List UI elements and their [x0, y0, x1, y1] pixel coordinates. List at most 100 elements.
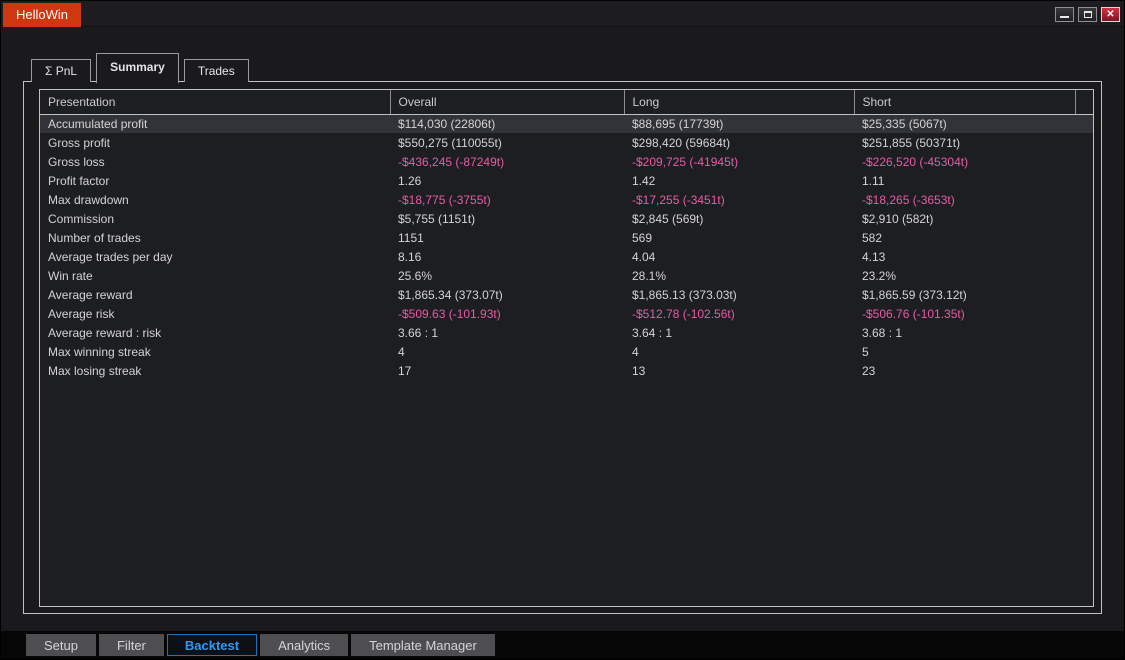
- row-value-long: -$512.78 (-102.56t): [624, 304, 854, 323]
- window-title: HelloWin: [3, 3, 81, 27]
- tab-analytics[interactable]: Analytics: [260, 634, 348, 656]
- row-value-long: 1.42: [624, 171, 854, 190]
- row-value-long: $1,865.13 (373.03t): [624, 285, 854, 304]
- row-filler: [1075, 361, 1093, 380]
- row-filler: [1075, 304, 1093, 323]
- row-value-short: 3.68 : 1: [854, 323, 1075, 342]
- minimize-icon: [1060, 16, 1069, 18]
- app-window: HelloWin ✕ Σ PnL Summary Trades: [0, 0, 1125, 660]
- table-row[interactable]: Commission$5,755 (1151t)$2,845 (569t)$2,…: [40, 209, 1093, 228]
- column-header-overall[interactable]: Overall: [390, 90, 624, 114]
- table-row[interactable]: Average risk-$509.63 (-101.93t)-$512.78 …: [40, 304, 1093, 323]
- table-row[interactable]: Average reward : risk3.66 : 13.64 : 13.6…: [40, 323, 1093, 342]
- row-value-overall: 17: [390, 361, 624, 380]
- row-value-short: 4.13: [854, 247, 1075, 266]
- row-label: Gross profit: [40, 133, 390, 152]
- row-value-overall: 4: [390, 342, 624, 361]
- column-header-long[interactable]: Long: [624, 90, 854, 114]
- row-filler: [1075, 342, 1093, 361]
- table-row[interactable]: Profit factor1.261.421.11: [40, 171, 1093, 190]
- row-filler: [1075, 323, 1093, 342]
- row-label: Win rate: [40, 266, 390, 285]
- row-label: Max drawdown: [40, 190, 390, 209]
- table-row[interactable]: Accumulated profit$114,030 (22806t)$88,6…: [40, 114, 1093, 133]
- row-value-short: 5: [854, 342, 1075, 361]
- row-value-short: 1.11: [854, 171, 1075, 190]
- row-value-long: $298,420 (59684t): [624, 133, 854, 152]
- row-value-long: 3.64 : 1: [624, 323, 854, 342]
- title-bar: HelloWin ✕: [1, 1, 1124, 27]
- minimize-button[interactable]: [1055, 7, 1074, 22]
- table-row[interactable]: Gross profit$550,275 (110055t)$298,420 (…: [40, 133, 1093, 152]
- row-value-overall: -$509.63 (-101.93t): [390, 304, 624, 323]
- table-row[interactable]: Max losing streak171323: [40, 361, 1093, 380]
- row-label: Average reward : risk: [40, 323, 390, 342]
- row-value-long: 569: [624, 228, 854, 247]
- row-value-long: 4.04: [624, 247, 854, 266]
- tab-pnl[interactable]: Σ PnL: [31, 59, 91, 82]
- row-value-overall: -$436,245 (-87249t): [390, 152, 624, 171]
- row-value-overall: 8.16: [390, 247, 624, 266]
- row-value-short: -$226,520 (-45304t): [854, 152, 1075, 171]
- row-value-short: $2,910 (582t): [854, 209, 1075, 228]
- row-value-overall: $550,275 (110055t): [390, 133, 624, 152]
- table-header-row: Presentation Overall Long Short: [40, 90, 1093, 114]
- table-row[interactable]: Max drawdown-$18,775 (-3755t)-$17,255 (-…: [40, 190, 1093, 209]
- summary-table: Presentation Overall Long Short Accumula…: [40, 90, 1093, 380]
- row-value-long: $88,695 (17739t): [624, 114, 854, 133]
- row-filler: [1075, 114, 1093, 133]
- row-filler: [1075, 285, 1093, 304]
- tab-template-manager[interactable]: Template Manager: [351, 634, 495, 656]
- column-header-presentation[interactable]: Presentation: [40, 90, 390, 114]
- row-value-long: 4: [624, 342, 854, 361]
- tab-backtest[interactable]: Backtest: [167, 634, 257, 656]
- row-value-long: -$17,255 (-3451t): [624, 190, 854, 209]
- close-icon: ✕: [1106, 10, 1114, 20]
- maximize-icon: [1084, 11, 1092, 18]
- table-row[interactable]: Average trades per day8.164.044.13: [40, 247, 1093, 266]
- row-label: Gross loss: [40, 152, 390, 171]
- row-label: Average risk: [40, 304, 390, 323]
- column-header-short[interactable]: Short: [854, 90, 1075, 114]
- row-value-short: 23.2%: [854, 266, 1075, 285]
- table-row[interactable]: Number of trades1151569582: [40, 228, 1093, 247]
- row-value-long: 28.1%: [624, 266, 854, 285]
- summary-panel: Presentation Overall Long Short Accumula…: [23, 81, 1102, 614]
- row-value-overall: 1.26: [390, 171, 624, 190]
- row-filler: [1075, 266, 1093, 285]
- row-value-overall: -$18,775 (-3755t): [390, 190, 624, 209]
- row-value-short: $251,855 (50371t): [854, 133, 1075, 152]
- row-value-short: -$18,265 (-3653t): [854, 190, 1075, 209]
- row-value-long: -$209,725 (-41945t): [624, 152, 854, 171]
- row-filler: [1075, 152, 1093, 171]
- table-row[interactable]: Average reward$1,865.34 (373.07t)$1,865.…: [40, 285, 1093, 304]
- row-value-short: 582: [854, 228, 1075, 247]
- row-value-short: -$506.76 (-101.35t): [854, 304, 1075, 323]
- row-filler: [1075, 209, 1093, 228]
- row-value-long: $2,845 (569t): [624, 209, 854, 228]
- row-label: Profit factor: [40, 171, 390, 190]
- window-controls: ✕: [1055, 7, 1120, 22]
- row-value-overall: 1151: [390, 228, 624, 247]
- row-label: Accumulated profit: [40, 114, 390, 133]
- tab-filter[interactable]: Filter: [99, 634, 164, 656]
- table-row[interactable]: Gross loss-$436,245 (-87249t)-$209,725 (…: [40, 152, 1093, 171]
- close-button[interactable]: ✕: [1101, 7, 1120, 22]
- row-value-overall: $5,755 (1151t): [390, 209, 624, 228]
- tab-setup[interactable]: Setup: [26, 634, 96, 656]
- row-filler: [1075, 247, 1093, 266]
- row-label: Max winning streak: [40, 342, 390, 361]
- row-value-overall: $1,865.34 (373.07t): [390, 285, 624, 304]
- row-value-overall: 25.6%: [390, 266, 624, 285]
- maximize-button[interactable]: [1078, 7, 1097, 22]
- row-label: Number of trades: [40, 228, 390, 247]
- row-value-short: 23: [854, 361, 1075, 380]
- table-row[interactable]: Win rate25.6%28.1%23.2%: [40, 266, 1093, 285]
- row-label: Max losing streak: [40, 361, 390, 380]
- row-label: Average trades per day: [40, 247, 390, 266]
- tab-summary[interactable]: Summary: [96, 53, 179, 83]
- bottom-tab-strip: Setup Filter Backtest Analytics Template…: [1, 631, 1124, 659]
- summary-table-container: Presentation Overall Long Short Accumula…: [39, 89, 1094, 607]
- table-row[interactable]: Max winning streak445: [40, 342, 1093, 361]
- tab-trades[interactable]: Trades: [184, 59, 249, 82]
